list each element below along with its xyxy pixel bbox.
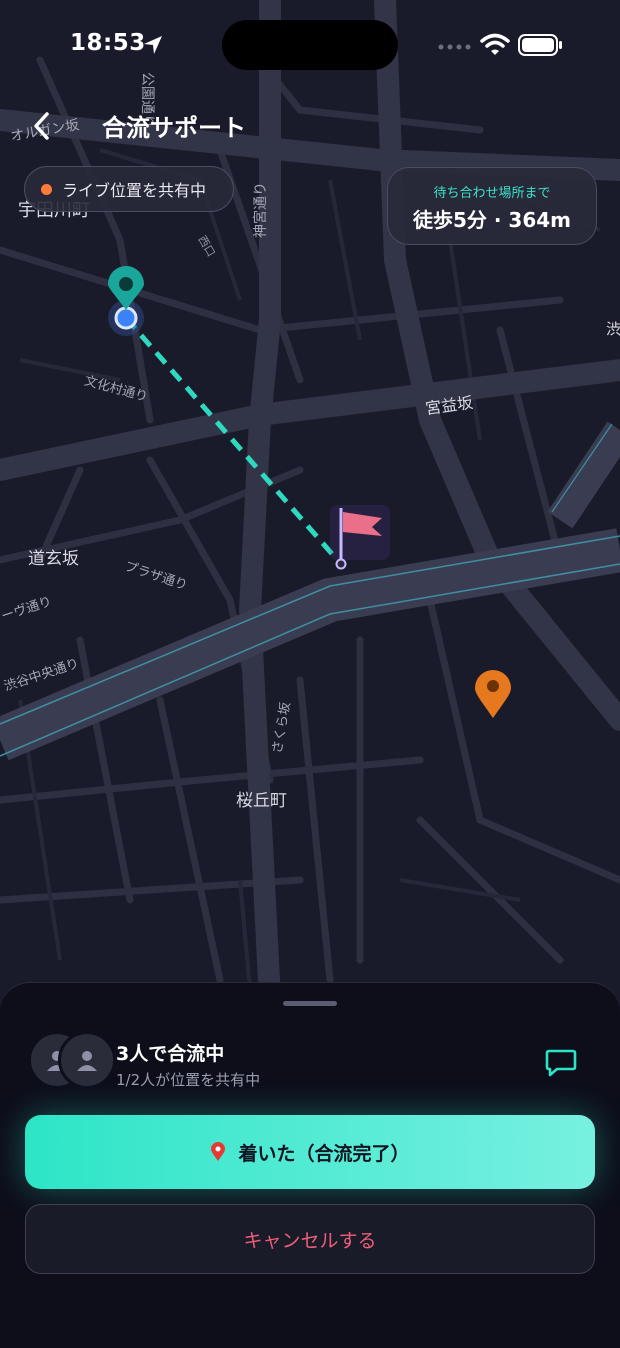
location-arrow-icon — [144, 36, 162, 54]
meeting-flag-icon[interactable] — [330, 505, 390, 570]
live-sharing-badge: ライブ位置を共有中 — [24, 166, 234, 212]
member-avatars[interactable] — [28, 1031, 116, 1091]
eta-value: 徒歩5分 · 364m — [412, 208, 572, 232]
page-title: 合流サポート — [102, 114, 246, 142]
user-icon — [77, 1051, 97, 1071]
cellular-signal-icon — [438, 44, 471, 50]
map-label-jingu: 神宮通り — [253, 182, 269, 238]
bottom-sheet: 3人で合流中 1/2人が位置を共有中 着いた（合流完了） キャンセルする — [0, 982, 620, 1348]
arrived-label: 着いた（合流完了） — [238, 1142, 410, 1165]
live-dot-icon — [41, 183, 52, 195]
battery-icon — [518, 34, 562, 56]
chat-button[interactable] — [540, 1043, 582, 1083]
chat-icon — [545, 1049, 577, 1077]
map-label-sakuragaoka: 桜丘町 — [236, 791, 287, 811]
cancel-label: キャンセルする — [243, 1229, 377, 1252]
pin-icon — [210, 1142, 226, 1162]
arrived-button[interactable]: 着いた（合流完了） — [25, 1115, 595, 1189]
sheet-drag-handle[interactable] — [283, 1001, 337, 1006]
avatar — [58, 1031, 116, 1089]
map-label-shibu: 渋 — [606, 320, 620, 338]
chevron-left-icon — [34, 112, 49, 140]
eta-label: 待ち合わせ場所まで — [433, 186, 551, 201]
back-button[interactable] — [24, 106, 58, 146]
live-sharing-label: ライブ位置を共有中 — [62, 181, 207, 200]
cancel-button[interactable]: キャンセルする — [25, 1204, 595, 1274]
map-label-dogen: 道玄坂 — [28, 549, 79, 569]
group-subtitle: 1/2人が位置を共有中 — [116, 1071, 261, 1089]
map-view[interactable] — [0, 0, 620, 1000]
dynamic-island — [222, 20, 398, 70]
status-bar: 18:53 — [0, 0, 620, 90]
group-title: 3人で合流中 — [116, 1043, 225, 1065]
wifi-icon — [480, 33, 510, 55]
status-time: 18:53 — [70, 30, 146, 56]
eta-card: 待ち合わせ場所まで 徒歩5分 · 364m — [387, 167, 597, 245]
